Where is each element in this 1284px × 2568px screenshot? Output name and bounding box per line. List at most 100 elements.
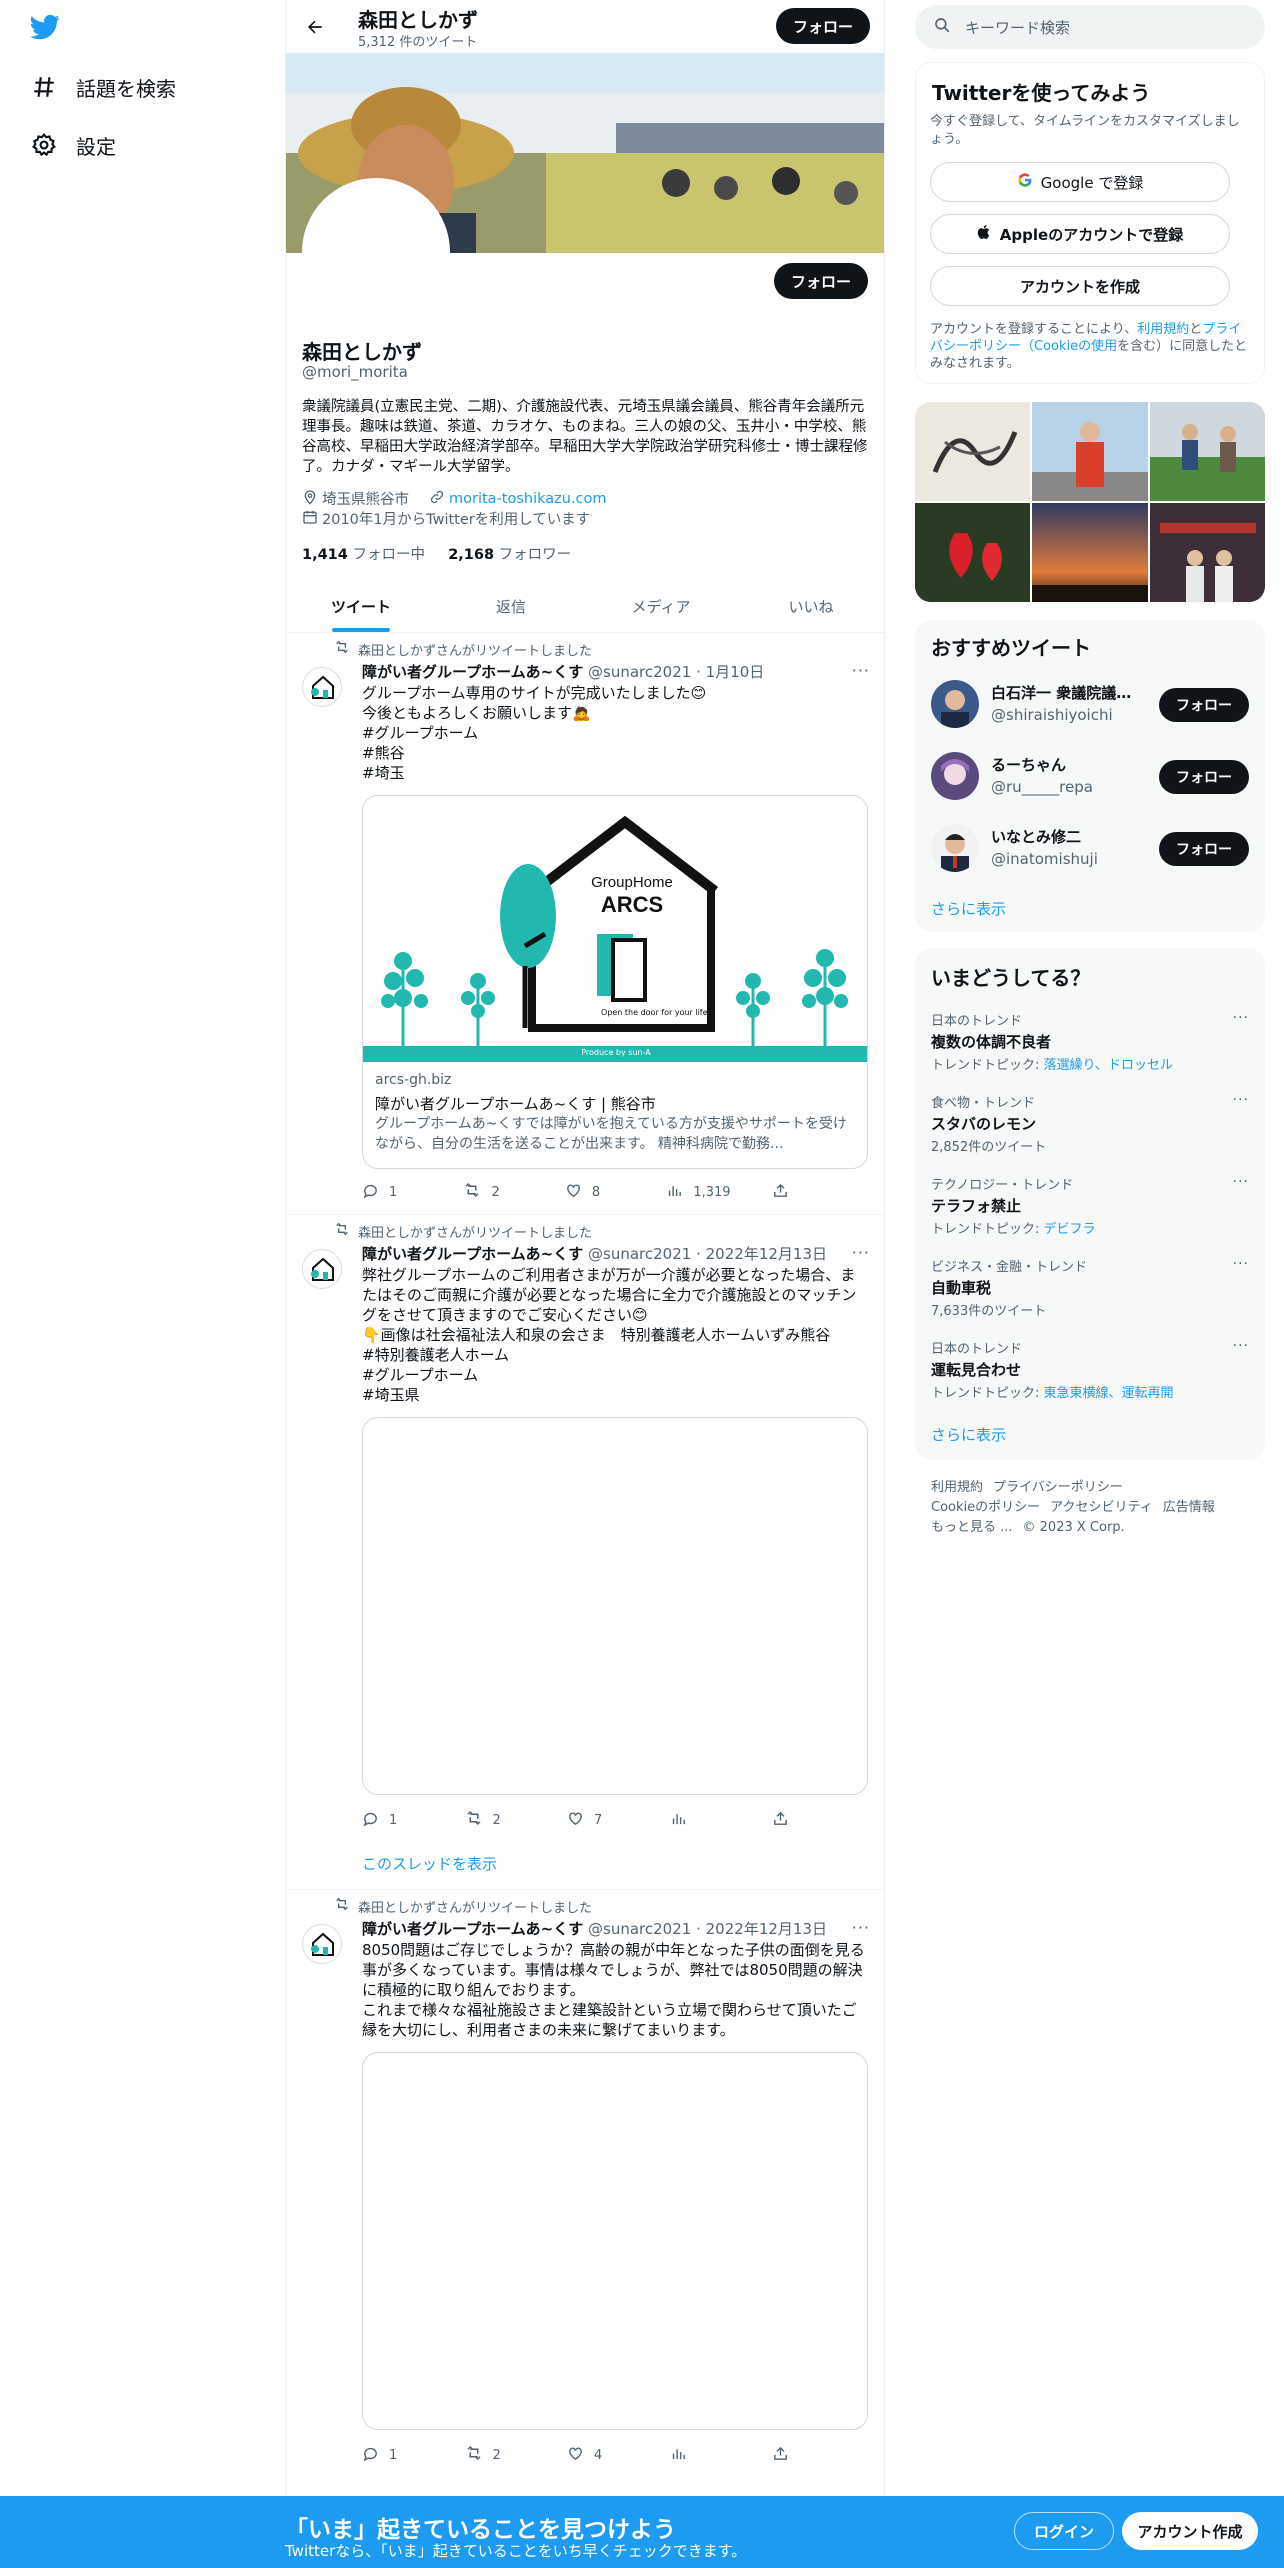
trend-item[interactable]: 日本のトレンド 運転見合わせ トレンドトピック: 東急東横線、運転再開 ··· <box>931 1338 1249 1401</box>
like-button[interactable]: 7 <box>567 1809 627 1831</box>
tweet[interactable]: 森田としかずさんがリツイートしました 障がい者グループホームあ~くす @suna… <box>286 1890 884 2510</box>
tweet[interactable]: 森田としかずさんがリツイートしました 障がい者グループホームあ~くす @suna… <box>286 1215 884 1890</box>
tweet-avatar[interactable] <box>302 1249 342 1289</box>
more-icon[interactable]: ··· <box>1233 1338 1249 1354</box>
tweet-date[interactable]: 2022年12月13日 <box>706 1920 827 1938</box>
media-thumb[interactable] <box>1032 402 1148 501</box>
share-button[interactable] <box>772 1181 792 1203</box>
login-button[interactable]: ログイン <box>1014 2512 1114 2550</box>
tweet-author[interactable]: 障がい者グループホームあ~くす <box>362 663 583 681</box>
media-thumb[interactable] <box>915 402 1031 501</box>
tweet-handle[interactable]: @sunarc2021 <box>588 1245 691 1263</box>
tab-likes[interactable]: いいね <box>736 580 884 632</box>
retweet-button[interactable]: 2 <box>465 2444 525 2466</box>
trends-box: いまどうしてる？ 日本のトレンド 複数の体調不良者 トレンドトピック: 落選繰り… <box>915 948 1265 1460</box>
footer-accessibility[interactable]: アクセシビリティ <box>1050 1500 1153 1515</box>
like-count: 7 <box>594 1812 603 1828</box>
back-arrow-icon[interactable] <box>298 10 332 44</box>
retweet-button[interactable]: 2 <box>465 1809 525 1831</box>
trend-topic-link[interactable]: 東急東横線、運転再開 <box>1044 1386 1174 1401</box>
more-icon[interactable]: ··· <box>1233 1256 1249 1272</box>
tab-replies[interactable]: 返信 <box>436 580 586 632</box>
footer-cookie[interactable]: Cookieのポリシー <box>931 1500 1040 1515</box>
reply-button[interactable]: 1 <box>362 1181 422 1203</box>
views-button[interactable] <box>670 2444 730 2466</box>
create-account-button[interactable]: アカウントを作成 <box>930 266 1230 306</box>
follow-button[interactable]: フォロー <box>1159 832 1249 866</box>
following-link[interactable]: 1,414 フォロー中 <box>302 547 425 563</box>
nav-explore[interactable]: 話題を検索 <box>28 67 176 107</box>
footer-terms[interactable]: 利用規約 <box>931 1480 983 1495</box>
tweet-author[interactable]: 障がい者グループホームあ~くす <box>362 1920 583 1938</box>
tweet-avatar[interactable] <box>302 1924 342 1964</box>
avatar[interactable] <box>931 752 979 800</box>
like-count: 4 <box>594 2447 603 2463</box>
reply-button[interactable]: 1 <box>362 2444 422 2466</box>
tweet[interactable]: 森田としかずさんがリツイートしました 障がい者グループホームあ~くす @suna… <box>286 633 884 1215</box>
twitter-logo-icon[interactable] <box>28 12 64 44</box>
more-icon[interactable]: ··· <box>1233 1010 1249 1026</box>
link-card[interactable]: GroupHome ARCS Open the door for your li… <box>362 795 868 1169</box>
retweet-indicator: 森田としかずさんがリツイートしました <box>334 1896 592 1916</box>
share-button[interactable] <box>772 1809 792 1831</box>
trend-item[interactable]: ビジネス・金融・トレンド 自動車税 7,633件のツイート ··· <box>931 1256 1249 1319</box>
followers-link[interactable]: 2,168 フォロワー <box>448 547 571 563</box>
tweet-handle[interactable]: @sunarc2021 <box>588 1920 691 1938</box>
tweet-author[interactable]: 障がい者グループホームあ~くす <box>362 1245 583 1263</box>
avatar[interactable] <box>931 680 979 728</box>
footer-ads[interactable]: 広告情報 <box>1163 1500 1215 1515</box>
media-thumb[interactable] <box>915 503 1031 602</box>
footer-privacy[interactable]: プライバシーポリシー <box>993 1480 1123 1495</box>
media-thumb[interactable] <box>1149 503 1265 602</box>
trends-show-more[interactable]: さらに表示 <box>931 1424 1006 1445</box>
more-icon[interactable]: ··· <box>852 1918 870 1937</box>
more-icon[interactable]: ··· <box>1233 1092 1249 1108</box>
trend-topic-link[interactable]: 落選繰り、ドロッセル <box>1044 1058 1173 1073</box>
media-thumb[interactable] <box>1032 503 1148 602</box>
retweet-button[interactable]: 2 <box>463 1181 523 1203</box>
avatar[interactable] <box>931 824 979 872</box>
profile-follow-button[interactable]: フォロー <box>774 263 868 299</box>
more-icon[interactable]: ··· <box>852 661 870 680</box>
tab-tweets[interactable]: ツイート <box>286 580 436 632</box>
trend-item[interactable]: 食べ物・トレンド スタバのレモン 2,852件のツイート ··· <box>931 1092 1249 1155</box>
recommended-show-more[interactable]: さらに表示 <box>931 898 1006 919</box>
nav-settings[interactable]: 設定 <box>28 125 116 165</box>
tweet-date[interactable]: 1月10日 <box>706 663 765 681</box>
tab-media[interactable]: メディア <box>586 580 736 632</box>
tweet-date[interactable]: 2022年12月13日 <box>706 1245 827 1263</box>
header-follow-button[interactable]: フォロー <box>776 8 870 44</box>
google-signup-button[interactable]: Google で登録 <box>930 162 1230 202</box>
more-icon[interactable]: ··· <box>1233 1174 1249 1190</box>
trend-item[interactable]: 日本のトレンド 複数の体調不良者 トレンドトピック: 落選繰り、ドロッセル ··… <box>931 1010 1249 1073</box>
views-button[interactable]: 1,319 <box>666 1181 731 1203</box>
recommended-user[interactable]: いなとみ修二 @inatomishuji フォロー <box>931 820 1249 876</box>
trend-topic-link[interactable]: デビフラ <box>1044 1222 1096 1237</box>
recommended-user[interactable]: るーちゃん @ru_____repa フォロー <box>931 748 1249 804</box>
profile-handle: @mori_morita <box>302 363 408 381</box>
profile-website-link[interactable]: morita-toshikazu.com <box>449 491 607 507</box>
like-button[interactable]: 8 <box>565 1181 625 1203</box>
tweet-handle[interactable]: @sunarc2021 <box>588 663 691 681</box>
show-thread-link[interactable]: このスレッドを表示 <box>362 1853 497 1874</box>
tweet-media[interactable] <box>362 1417 868 1795</box>
search-input[interactable]: キーワード検索 <box>915 5 1265 49</box>
follow-button[interactable]: フォロー <box>1159 760 1249 794</box>
trend-item[interactable]: テクノロジー・トレンド テラフォ禁止 トレンドトピック: デビフラ ··· <box>931 1174 1249 1237</box>
tweet-avatar[interactable] <box>302 667 342 707</box>
recommended-user[interactable]: 白石洋一 衆議院議員... @shiraishiyoichi フォロー <box>931 676 1249 732</box>
follow-button[interactable]: フォロー <box>1159 688 1249 722</box>
like-button[interactable]: 4 <box>567 2444 627 2466</box>
media-thumb[interactable] <box>1149 402 1265 501</box>
tweet-media[interactable] <box>362 2052 868 2430</box>
more-icon[interactable]: ··· <box>852 1243 870 1262</box>
apple-signup-button[interactable]: Appleのアカウントで登録 <box>930 214 1230 254</box>
header-name: 森田としかず <box>358 8 478 32</box>
terms-link[interactable]: 利用規約 <box>1137 322 1189 337</box>
footer-more[interactable]: もっと見る ... <box>931 1520 1013 1535</box>
reply-button[interactable]: 1 <box>362 1809 422 1831</box>
views-button[interactable] <box>670 1809 730 1831</box>
signup-button[interactable]: アカウント作成 <box>1122 2512 1258 2550</box>
profile-avatar[interactable] <box>302 178 450 326</box>
share-button[interactable] <box>772 2444 792 2466</box>
